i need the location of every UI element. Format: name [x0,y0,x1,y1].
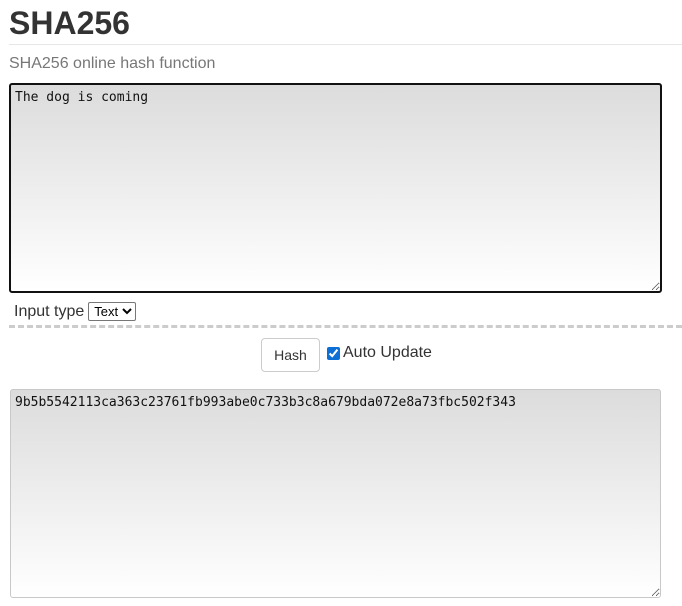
dashed-divider [9,325,682,328]
page-subtitle: SHA256 online hash function [9,55,216,72]
auto-update-checkbox[interactable] [327,346,340,360]
auto-update-toggle[interactable]: Auto Update [327,344,432,362]
output-textarea[interactable]: 9b5b5542113ca363c23761fb993abe0c733b3c8a… [10,389,661,598]
page-title: SHA256 [9,5,130,41]
title-divider [9,44,682,45]
input-type-select[interactable]: Text [88,302,137,321]
input-type-label: Input type [14,302,85,320]
input-textarea[interactable]: The dog is coming [9,83,662,293]
auto-update-label: Auto Update [343,344,432,361]
input-type-row: Input type Text [14,302,137,321]
hash-button[interactable]: Hash [261,338,320,372]
